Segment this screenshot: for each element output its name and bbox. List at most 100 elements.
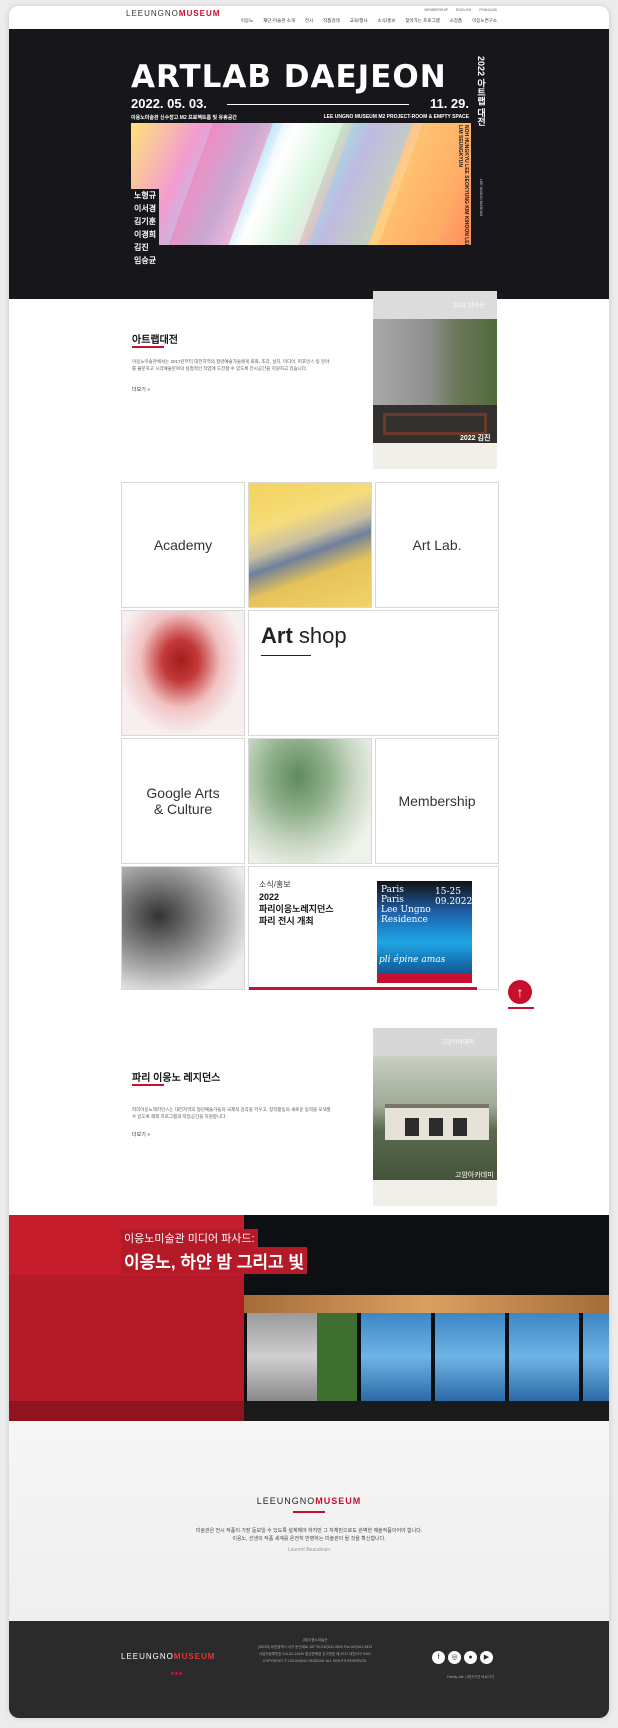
poster-red-band [377, 973, 472, 983]
site-logo[interactable]: LEEUNGNOMUSEUM [126, 9, 220, 18]
facade-ground-red [9, 1401, 244, 1421]
tile-artwork-green [248, 738, 372, 864]
news-underline [249, 987, 477, 990]
scroll-top-underline [508, 1007, 534, 1009]
artist-name: 이서경 [134, 204, 157, 213]
nav-item[interactable]: 소식/홍보 [378, 18, 396, 24]
hero-subtitle-english: LEE UNGNO MUSEUM M2 PROJECT-ROOM & EMPTY… [323, 114, 469, 120]
menu-grid: Academy Art Lab. Art shop Google Arts & … [121, 482, 499, 990]
artshop-underline [261, 655, 311, 656]
nav-item[interactable]: 교육/행사 [350, 18, 368, 24]
residence-title-bar [132, 1084, 164, 1086]
quote-line: 미술관은 전시 작품이 가장 돋보일 수 있도록 설계해야 하지만 그 자체만으… [195, 1528, 423, 1534]
quote-section: LEEUNGNOMUSEUM 미술관은 전시 작품이 가장 돋보일 수 있도록 … [9, 1421, 609, 1621]
artlab-photo[interactable] [373, 319, 497, 443]
artist-name: 김진 [134, 243, 149, 252]
hero-artist-list: 노형규 이서경 김기훈 이경희 김진 임승균 [131, 189, 159, 267]
media-facade-banner[interactable]: 이응노미술관 미디어 파사드: 이응노, 하얀 밤 그리고 빛 [9, 1215, 609, 1421]
house-window [405, 1118, 419, 1136]
facade-panel [247, 1313, 317, 1401]
residence-description: 파리이응노레지던스는 대전지역의 청년예술가들의 국제적 감각을 키우고, 창작… [132, 1107, 331, 1119]
facade-panel [509, 1313, 579, 1401]
instagram-icon[interactable]: ◎ [448, 1651, 461, 1664]
footer-info-line: 사업자등록번호 314-82-13640 통신판매업 신고번호 제 2017-대… [258, 1652, 372, 1656]
residence-photo[interactable] [373, 1056, 497, 1180]
tile-artwork-red [121, 610, 245, 736]
hero-vertical-title: 2022 아트랩 대전 [476, 56, 486, 127]
tile-artshop[interactable]: Art shop [248, 610, 499, 736]
hero-date-line [227, 104, 409, 105]
news-poster: Paris Paris Lee Ungno Residence 15-25 09… [377, 881, 472, 983]
photo-backdrop-bottom [373, 1180, 497, 1206]
quote-logo: LEEUNGNOMUSEUM [256, 1496, 362, 1506]
footer-info-line: COPYRIGHT © LEEUNGNO MUSEUM. ALL RIGHTS … [262, 1659, 368, 1663]
facade-roof [244, 1295, 609, 1313]
top-link-english[interactable]: ENGLISH [456, 8, 471, 12]
nav-item[interactable]: 이응노연구소 [472, 18, 497, 24]
photo-backdrop-top [373, 1028, 497, 1056]
quote-bar [293, 1511, 325, 1513]
tile-academy-label: Academy [153, 537, 213, 553]
chat-icon[interactable]: ● [464, 1651, 477, 1664]
footer-logo-dots [171, 1662, 183, 1680]
nav-item[interactable]: 전시 [305, 18, 313, 24]
artlab-photo-top-label: 2022 임승균 [453, 303, 485, 309]
footer-logo[interactable]: LEEUNGNOMUSEUM [121, 1652, 215, 1661]
family-site-link[interactable]: Family site | 재단/기관 바로가기 [447, 1675, 494, 1680]
hero-dates: 2022. 05. 03. 11. 29. [131, 96, 469, 111]
photo-house [385, 1104, 489, 1140]
tile-membership[interactable]: Membership [375, 738, 499, 864]
youtube-icon[interactable]: ▶ [480, 1651, 493, 1664]
tile-artshop-label: Art shop [261, 623, 347, 648]
tile-google-arts[interactable]: Google Arts & Culture [121, 738, 245, 864]
tile-artwork-ink [121, 866, 245, 990]
residence-title: 파리 이응노 레지던스 [132, 1073, 221, 1084]
top-link-membership[interactable]: MEMBERSHIP [424, 8, 448, 12]
news-kicker: 소식/홍보 [259, 880, 291, 889]
house-window [429, 1118, 443, 1136]
nav-item[interactable]: 작품검색 [323, 18, 340, 24]
hero-banner[interactable]: ARTLAB DAEJEON 2022. 05. 03. 11. 29. 이응노… [9, 29, 609, 299]
tile-artlab[interactable]: Art Lab. [375, 482, 499, 608]
nav-item[interactable]: 재단·미술관 소개 [263, 18, 295, 24]
hero-subtitle-korean: 이응노미술관 신수장고 M2 프로젝트룸 및 유휴공간 [131, 115, 237, 121]
quote-author: Laurent Beaudouin [287, 1547, 331, 1553]
photo-pool-rim [383, 413, 487, 435]
artlab-description: 이응노미술관에서는 2017년부터 대전지역의 청년예술가들에게 회화, 조각,… [132, 359, 330, 371]
facade-title: 이응노, 하얀 밤 그리고 빛 [121, 1247, 308, 1274]
hero-subtitle: 이응노미술관 신수장고 M2 프로젝트룸 및 유휴공간 LEE UNGNO MU… [131, 114, 469, 121]
residence-more-link[interactable]: 더보기 » [132, 1131, 150, 1138]
scroll-top-button[interactable]: ↑ [508, 980, 532, 1004]
footer-info: (재)이응노미술관 (35203) 대전광역시 서구 둔산대로 157 Tel … [235, 1637, 395, 1665]
news-title: 2022 파리이응노레지던스 파리 전시 개최 [259, 892, 334, 926]
tile-artwork-yellow [248, 482, 372, 608]
footer-info-line: (재)이응노미술관 [302, 1638, 328, 1642]
quote-line: 이응노, 선생의 작품 세계를 온전히 반영하는 미술관이 될 것을 확신합니다… [232, 1536, 386, 1542]
tile-news[interactable]: 소식/홍보 2022 파리이응노레지던스 파리 전시 개최 Paris Pari… [248, 866, 499, 990]
browser-frame: LEEUNGNOMUSEUM MEMBERSHIP ENGLISH FRANÇA… [9, 6, 609, 1718]
artist-name: 임승균 [134, 256, 157, 265]
hero-title: ARTLAB DAEJEON [131, 59, 447, 95]
artlab-title: 아트랩대전 [132, 335, 178, 346]
tile-academy[interactable]: Academy [121, 482, 245, 608]
photo-backdrop-bottom [373, 443, 497, 469]
facade-kicker: 이응노미술관 미디어 파사드: [121, 1229, 258, 1247]
logo-dots [177, 19, 191, 32]
nav-item[interactable]: 이응노 [241, 18, 253, 24]
poster-text-words: pli épine amas [379, 955, 446, 965]
site-footer: LEEUNGNOMUSEUM (재)이응노미술관 (35203) 대전광역시 서… [9, 1621, 609, 1718]
artlab-more-link[interactable]: 더보기 » [132, 386, 150, 393]
top-link-french[interactable]: FRANÇAIS [479, 8, 497, 12]
nav-item[interactable]: 찾아가는 프로그램 [405, 18, 439, 24]
facebook-icon[interactable]: f [432, 1651, 445, 1664]
artist-name: 이경희 [134, 230, 157, 239]
nav-item[interactable]: 소장품 [450, 18, 462, 24]
facade-panel [361, 1313, 431, 1401]
artlab-title-bar [132, 346, 164, 348]
hero-date-start: 2022. 05. 03. [131, 96, 207, 111]
site-header: LEEUNGNOMUSEUM MEMBERSHIP ENGLISH FRANÇA… [9, 6, 609, 32]
residence-photo-top-label: 고암아카데미 [441, 1040, 475, 1046]
facade-door [317, 1313, 357, 1401]
hero-vertical-names: NOH HUNGKYU LEE SEOKYUNG KIM KIHOON LEE … [457, 125, 469, 297]
top-links: MEMBERSHIP ENGLISH FRANÇAIS [424, 8, 497, 12]
